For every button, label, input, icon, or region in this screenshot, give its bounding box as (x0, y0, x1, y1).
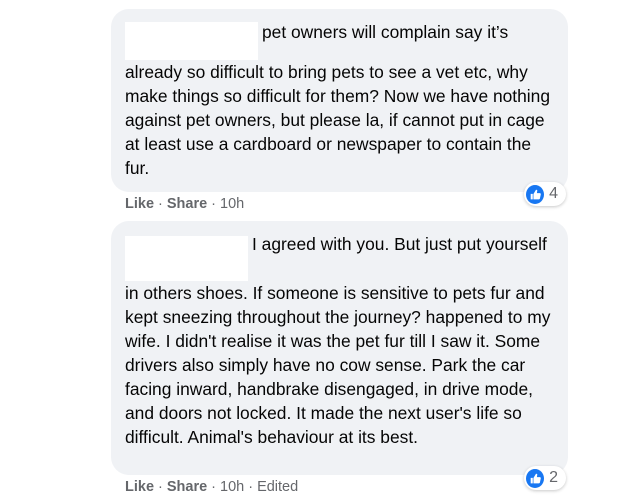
reaction-summary-1[interactable]: 4 (524, 182, 566, 206)
like-link[interactable]: Like (125, 196, 154, 212)
separator-dot: · (248, 479, 254, 495)
separator-dot: · (211, 479, 217, 495)
timestamp[interactable]: 10h (220, 479, 244, 495)
share-link[interactable]: Share (167, 196, 207, 212)
reaction-count: 4 (549, 185, 558, 202)
comment-actions-1: Like · Share · 10h (125, 196, 244, 212)
like-link[interactable]: Like (125, 479, 154, 495)
thumbs-up-icon (526, 468, 545, 488)
thumbs-up-icon (526, 184, 545, 204)
redacted-author-name (125, 22, 258, 60)
reaction-count: 2 (549, 469, 558, 486)
comment-bubble-2: I agreed with you. But just put yourself… (111, 221, 568, 475)
timestamp[interactable]: 10h (220, 196, 244, 212)
redacted-author-name (125, 236, 248, 281)
separator-dot: · (211, 196, 217, 212)
reaction-summary-2[interactable]: 2 (524, 466, 566, 490)
separator-dot: · (158, 479, 163, 495)
share-link[interactable]: Share (167, 479, 207, 495)
edited-label: Edited (257, 479, 299, 495)
comment-bubble-1: pet owners will complain say it’s alread… (111, 9, 568, 192)
comment-actions-2: Like · Share · 10h · Edited (125, 479, 298, 495)
separator-dot: · (158, 196, 163, 212)
